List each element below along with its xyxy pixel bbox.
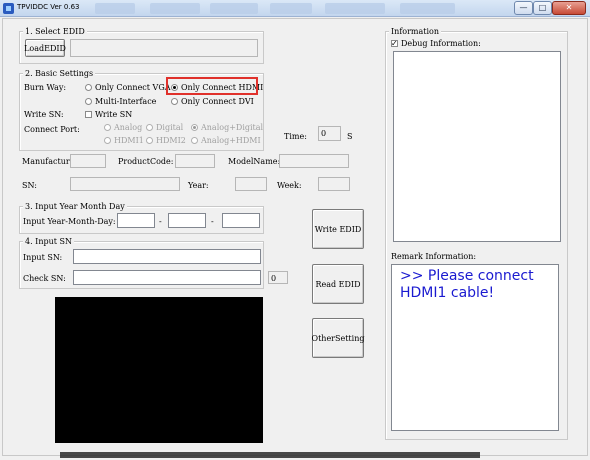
taskbar-strip [60,452,480,458]
connect-port-label: Connect Port: [24,125,80,134]
model-name-label: ModelName: [228,157,281,166]
radio-port-digital[interactable]: Digital [146,122,183,133]
radio-multi-interface[interactable]: Multi-Interface [85,96,156,107]
sn-count-field: 0 [268,271,288,284]
close-button[interactable]: ✕ [552,1,586,15]
preview-area [55,297,263,443]
month-input[interactable] [168,213,206,228]
radio-port-hdmi1[interactable]: HDMI1 [104,135,144,146]
group-title: 3. Input Year Month Day [23,201,127,212]
week-label: Week: [277,181,302,190]
input-sn-label: Input SN: [23,253,63,262]
title-bar-tab [210,3,258,14]
time-unit: S [347,132,353,141]
group-title: Information [389,26,442,37]
edid-path-field[interactable] [70,39,258,57]
title-bar-tab [325,3,385,14]
check-sn-label: Check SN: [23,274,66,283]
time-field[interactable]: 0 [318,126,341,141]
model-name-field[interactable] [279,154,349,168]
sn-field[interactable] [70,177,180,191]
sn-label: SN: [22,181,37,190]
title-bar-tab [400,3,455,14]
remark-text: >> Please connect HDMI1 cable! [400,268,534,301]
load-edid-button[interactable]: LoadEDID [24,39,66,57]
debug-information-checkbox[interactable]: Debug Information: [391,38,481,49]
group-title: 4. Input SN [23,236,74,247]
close-icon: ✕ [565,3,573,12]
time-label: Time: [284,132,307,141]
product-code-label: ProductCode: [118,157,174,166]
manufacture-label: Manufacture: [22,157,78,166]
year-label: Year: [188,181,209,190]
title-bar-tab [150,3,200,14]
radio-port-hdmi2[interactable]: HDMI2 [146,135,186,146]
title-bar[interactable]: TPVIDDC Ver 0.63 — □ ✕ [0,0,590,17]
selection-highlight [166,77,258,95]
radio-only-connect-vga[interactable]: Only Connect VGA [85,82,171,93]
window-title: TPVIDDC Ver 0.63 [17,3,80,11]
group-title: 2. Basic Settings [23,68,96,79]
check-sn-field[interactable] [73,270,261,285]
maximize-icon: □ [538,3,547,12]
app-icon [3,3,14,14]
debug-log-box[interactable] [393,51,561,242]
app-window: TPVIDDC Ver 0.63 — □ ✕ 1. Select EDID Lo… [0,0,590,460]
maximize-button[interactable]: □ [533,1,552,15]
title-bar-tab [270,3,312,14]
minimize-icon: — [519,3,528,12]
minimize-button[interactable]: — [514,1,533,15]
read-edid-button[interactable]: Read EDID [312,264,364,304]
product-code-field[interactable] [175,154,215,168]
input-sn-field[interactable] [73,249,261,264]
write-sn-checkbox[interactable]: Write SN [85,109,132,120]
manufacture-field[interactable] [70,154,106,168]
input-date-label: Input Year-Month-Day: [23,217,116,226]
date-separator: - [159,217,162,226]
remark-box[interactable]: >> Please connect HDMI1 cable! [391,264,559,431]
title-bar-tab [95,3,135,14]
radio-port-analog-hdmi[interactable]: Analog+HDMI [191,135,261,146]
week-field[interactable] [318,177,350,191]
radio-port-analog[interactable]: Analog [104,122,142,133]
write-edid-button[interactable]: Write EDID [312,209,364,249]
year-input[interactable] [117,213,155,228]
burn-way-label: Burn Way: [24,83,67,92]
write-sn-label: Write SN: [24,110,64,119]
year-field[interactable] [235,177,267,191]
radio-only-connect-dvi[interactable]: Only Connect DVI [171,96,254,107]
day-input[interactable] [222,213,260,228]
group-title: 1. Select EDID [23,26,87,37]
remark-label: Remark Information: [391,252,477,261]
other-setting-button[interactable]: OtherSetting [312,318,364,358]
date-separator: - [211,217,214,226]
radio-port-analog-digital[interactable]: Analog+Digital [191,122,263,133]
